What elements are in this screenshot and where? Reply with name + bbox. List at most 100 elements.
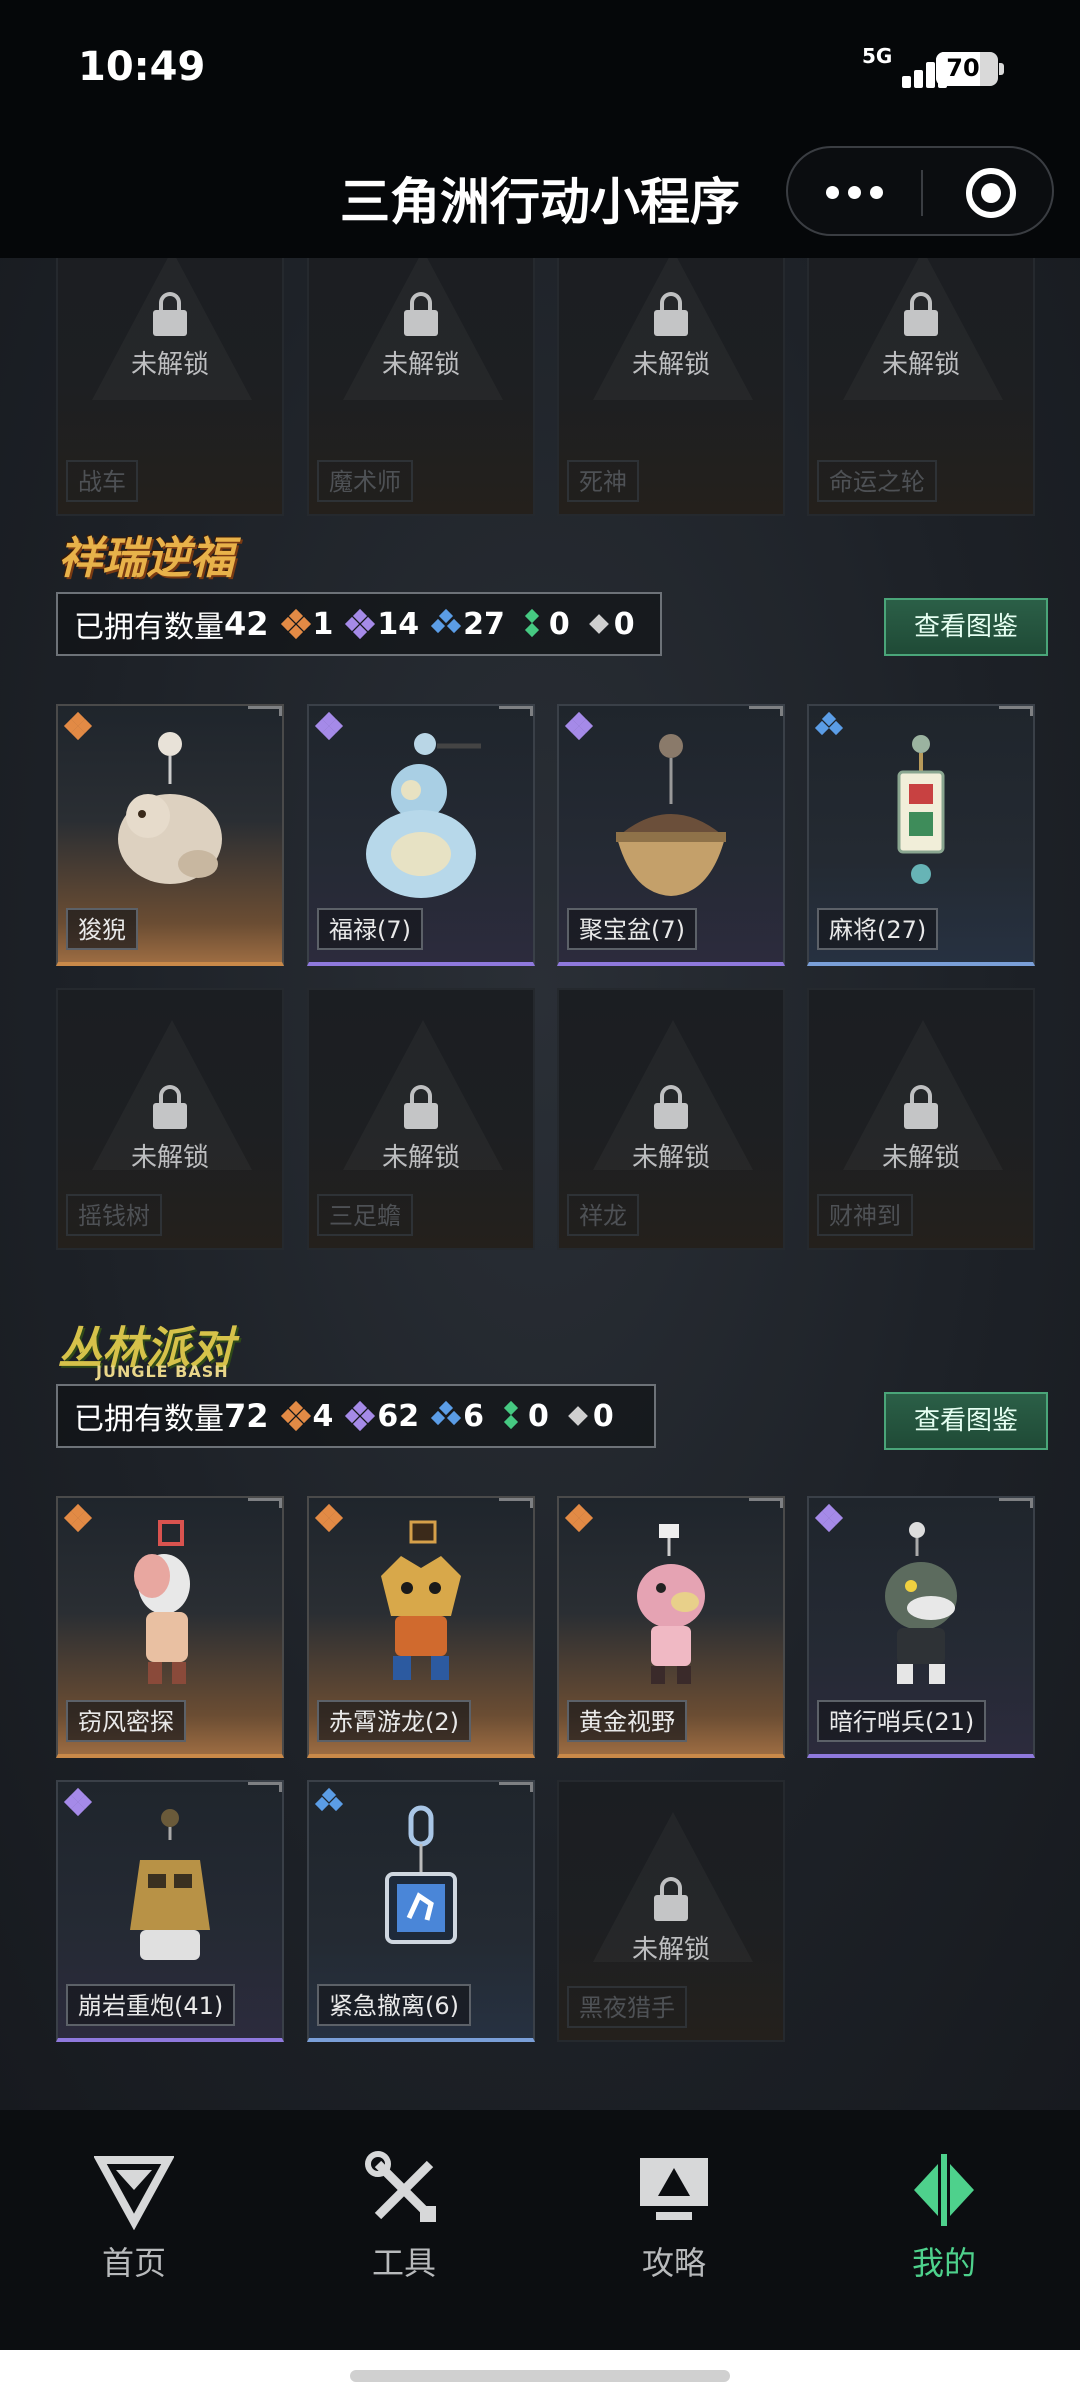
tab-profile[interactable]: 我的 bbox=[844, 2150, 1044, 2284]
locked-card[interactable]: 未解锁 财神到 bbox=[807, 988, 1035, 1250]
orange-gem-icon bbox=[280, 608, 311, 640]
more-icon[interactable] bbox=[826, 178, 896, 208]
mini-program-header: 三角洲行动小程序 bbox=[0, 140, 1080, 258]
locked-card[interactable]: 未解锁 三足蟾 bbox=[307, 988, 535, 1250]
charm-dragon-image bbox=[309, 1516, 533, 1696]
locked-card[interactable]: 未解锁 命运之轮 bbox=[807, 258, 1035, 516]
charm-lion-image bbox=[58, 724, 282, 904]
lock-icon bbox=[654, 292, 688, 336]
section-logo-sub: JUNGLE BASH bbox=[96, 1362, 229, 1381]
rarity-count-green: 0 bbox=[498, 1399, 549, 1434]
card-name: 死神 bbox=[567, 460, 639, 502]
charm-card[interactable]: 窃风密探 bbox=[56, 1496, 284, 1758]
card-name: 黄金视野 bbox=[567, 1700, 687, 1742]
locked-card[interactable]: 未解锁 魔术师 bbox=[307, 258, 535, 516]
card-name: 三足蟾 bbox=[317, 1194, 413, 1236]
lock-icon bbox=[654, 1877, 688, 1921]
card-name: 赤霄游龙(2) bbox=[317, 1700, 471, 1742]
card-name: 麻将(27) bbox=[817, 908, 939, 950]
profile-logo-icon bbox=[844, 2150, 1044, 2230]
tools-icon bbox=[304, 2150, 504, 2230]
card-name: 祥龙 bbox=[567, 1194, 639, 1236]
card-name: 窃风密探 bbox=[66, 1700, 186, 1742]
charm-card[interactable]: 黄金视野 bbox=[557, 1496, 785, 1758]
white-gem-icon bbox=[584, 611, 610, 637]
tab-guide[interactable]: 攻略 bbox=[574, 2150, 774, 2284]
collection-content[interactable]: 未解锁 战车 未解锁 魔术师 未解锁 死神 未解锁 命运之轮 祥瑞逆福 已拥有数… bbox=[0, 258, 1080, 2110]
charm-golden-vision-image bbox=[559, 1516, 783, 1696]
charm-card[interactable]: 暗行哨兵(21) bbox=[807, 1496, 1035, 1758]
view-catalog-button[interactable]: 查看图鉴 bbox=[884, 1392, 1048, 1450]
rarity-count-white: 0 bbox=[563, 1399, 614, 1434]
charm-card[interactable]: 麻将(27) bbox=[807, 704, 1035, 966]
charm-wind-spy-image bbox=[58, 1516, 282, 1696]
card-name: 暗行哨兵(21) bbox=[817, 1700, 987, 1742]
status-time: 10:49 bbox=[78, 44, 206, 90]
card-name: 福禄(7) bbox=[317, 908, 423, 950]
bottom-tab-bar: 首页 工具 攻略 我的 bbox=[0, 2110, 1080, 2350]
rarity-count-blue: 6 bbox=[431, 1399, 484, 1434]
card-name: 崩岩重炮(41) bbox=[66, 1984, 236, 2026]
mini-program-capsule bbox=[786, 146, 1054, 236]
rarity-count-white: 0 bbox=[584, 607, 635, 642]
lock-icon bbox=[404, 292, 438, 336]
card-name: 战车 bbox=[66, 460, 138, 502]
locked-card[interactable]: 未解锁 死神 bbox=[557, 258, 785, 516]
rarity-count-green: 0 bbox=[519, 607, 570, 642]
charm-mahjong-image bbox=[809, 724, 1033, 904]
charm-card[interactable]: 赤霄游龙(2) bbox=[307, 1496, 535, 1758]
white-gem-icon bbox=[563, 1403, 589, 1429]
lock-icon bbox=[153, 1085, 187, 1129]
rarity-count-purple: 14 bbox=[345, 607, 419, 642]
orange-gem-icon bbox=[280, 1400, 311, 1432]
locked-card[interactable]: 未解锁 祥龙 bbox=[557, 988, 785, 1250]
status-bar: 10:49 5G 70 bbox=[0, 0, 1080, 140]
charm-card[interactable]: 紧急撤离(6) bbox=[307, 1780, 535, 2042]
card-name: 财神到 bbox=[817, 1194, 913, 1236]
charm-card[interactable]: 崩岩重炮(41) bbox=[56, 1780, 284, 2042]
view-catalog-button[interactable]: 查看图鉴 bbox=[884, 598, 1048, 656]
charm-card[interactable]: 聚宝盆(7) bbox=[557, 704, 785, 966]
card-name: 黑夜猎手 bbox=[567, 1986, 687, 2028]
purple-gem-icon bbox=[345, 1400, 376, 1432]
lock-icon bbox=[404, 1085, 438, 1129]
lock-icon bbox=[904, 292, 938, 336]
charm-exit-sign-image bbox=[309, 1800, 533, 1980]
lock-icon bbox=[153, 292, 187, 336]
owned-total: 42 bbox=[224, 605, 269, 643]
tab-home[interactable]: 首页 bbox=[34, 2150, 234, 2284]
green-gem-icon bbox=[519, 608, 545, 638]
rarity-count-orange: 4 bbox=[280, 1399, 333, 1434]
charm-sentinel-image bbox=[809, 1516, 1033, 1696]
card-name: 紧急撤离(6) bbox=[317, 1984, 471, 2026]
rarity-count-orange: 1 bbox=[280, 607, 333, 642]
charm-card[interactable]: 狻猊 bbox=[56, 704, 284, 966]
lock-icon bbox=[654, 1085, 688, 1129]
owned-count-bar: 已拥有数量 72 4 62 6 0 0 bbox=[56, 1384, 656, 1448]
charm-rock-cannon-image bbox=[58, 1800, 282, 1980]
network-type: 5G bbox=[862, 44, 893, 68]
charm-gourd-image bbox=[309, 724, 533, 904]
locked-card[interactable]: 未解锁 摇钱树 bbox=[56, 988, 284, 1250]
home-indicator[interactable] bbox=[350, 2370, 730, 2382]
tab-tools[interactable]: 工具 bbox=[304, 2150, 504, 2284]
owned-count-bar: 已拥有数量 42 1 14 27 0 0 bbox=[56, 592, 662, 656]
home-triangle-icon bbox=[34, 2150, 234, 2231]
rarity-count-purple: 62 bbox=[345, 1399, 419, 1434]
battery-level: 70 bbox=[946, 54, 980, 82]
locked-card[interactable]: 未解锁 黑夜猎手 bbox=[557, 1780, 785, 2042]
locked-card[interactable]: 未解锁 战车 bbox=[56, 258, 284, 516]
card-name: 聚宝盆(7) bbox=[567, 908, 697, 950]
rarity-count-blue: 27 bbox=[431, 607, 505, 642]
guide-monitor-icon bbox=[574, 2150, 774, 2230]
card-name: 命运之轮 bbox=[817, 460, 937, 502]
charm-card[interactable]: 福禄(7) bbox=[307, 704, 535, 966]
close-target-icon[interactable] bbox=[966, 168, 1016, 218]
purple-gem-icon bbox=[345, 608, 376, 640]
blue-gem-icon bbox=[431, 608, 462, 637]
battery-icon: 70 bbox=[936, 52, 1004, 86]
charm-treasure-bowl-image bbox=[559, 724, 783, 904]
card-name: 摇钱树 bbox=[66, 1194, 162, 1236]
blue-gem-icon bbox=[431, 1400, 462, 1429]
card-name: 狻猊 bbox=[66, 908, 138, 950]
